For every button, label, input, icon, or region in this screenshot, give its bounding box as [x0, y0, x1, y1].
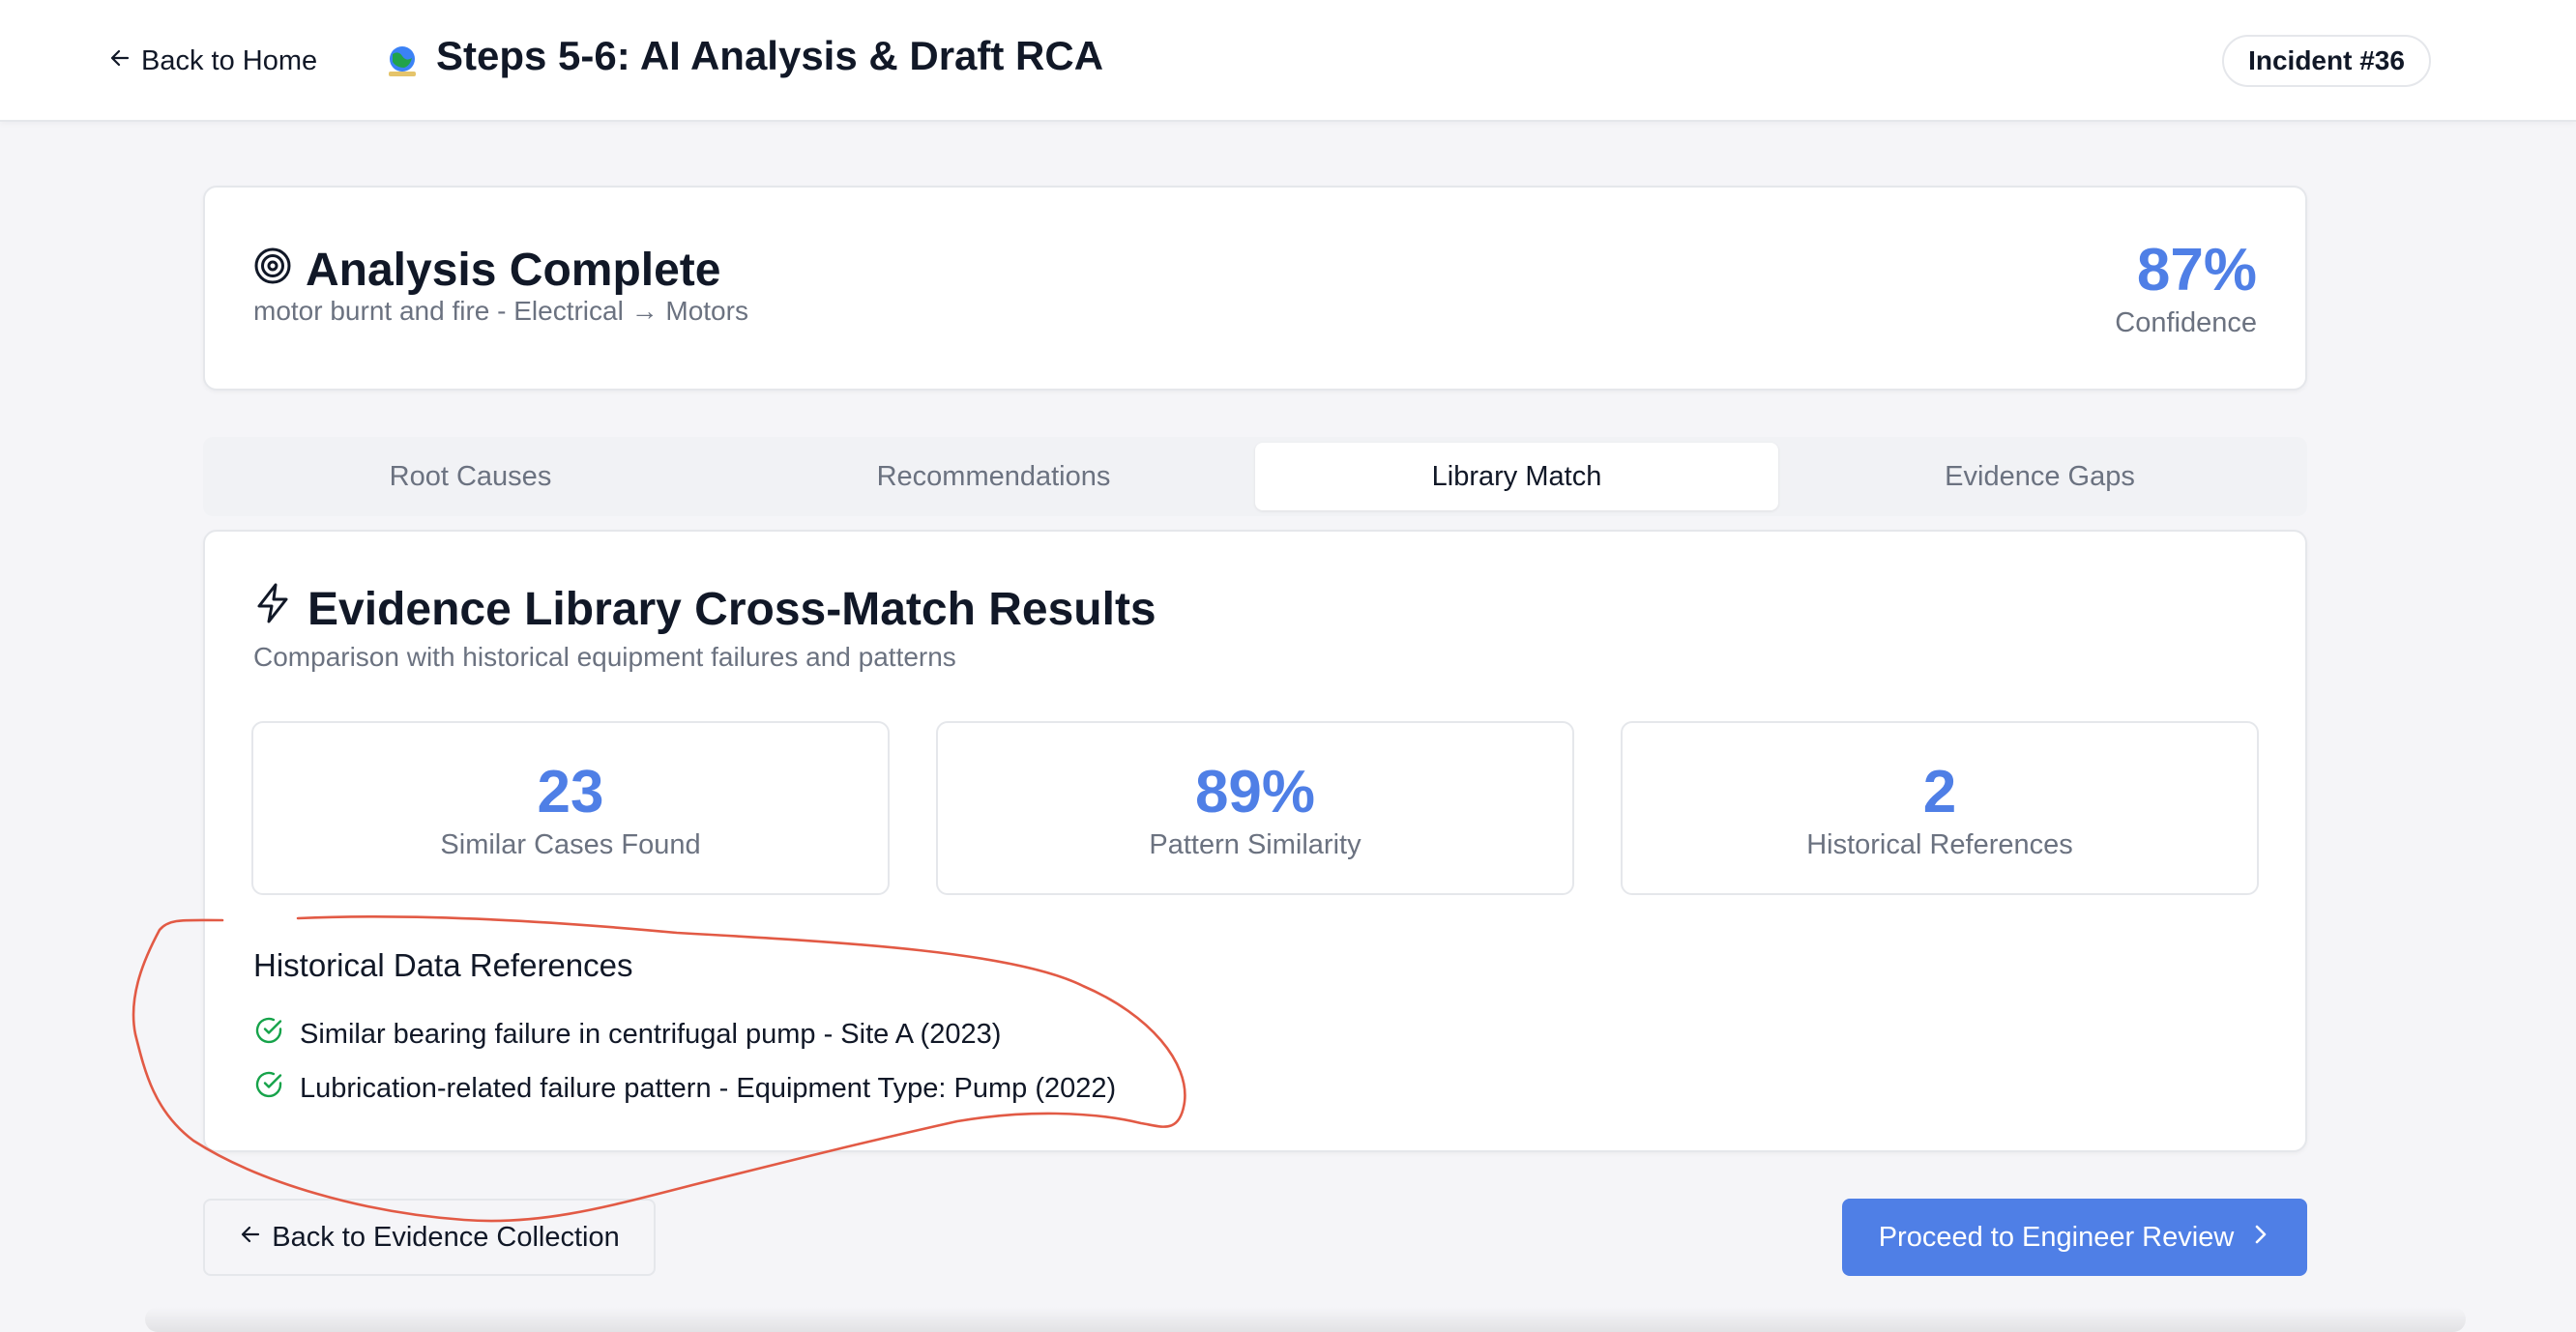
back-to-home-label: Back to Home — [141, 44, 318, 76]
back-to-evidence-label: Back to Evidence Collection — [272, 1221, 620, 1253]
back-to-home-link[interactable]: Back to Home — [108, 39, 317, 83]
stat-label: Similar Cases Found — [440, 829, 701, 860]
tab-root-causes[interactable]: Root Causes — [209, 443, 732, 510]
check-circle-icon — [253, 1015, 284, 1054]
lightning-icon — [253, 582, 292, 636]
tab-library-match[interactable]: Library Match — [1255, 443, 1778, 510]
stat-label: Pattern Similarity — [1149, 829, 1361, 860]
proceed-label: Proceed to Engineer Review — [1878, 1221, 2235, 1253]
historical-references-title: Historical Data References — [253, 947, 633, 983]
stat-value: 2 — [1922, 759, 1957, 825]
arrow-left-icon — [108, 45, 132, 77]
tab-recommendations[interactable]: Recommendations — [732, 443, 1255, 510]
analysis-title: Analysis Complete — [253, 244, 720, 297]
library-match-title: Evidence Library Cross-Match Results — [253, 582, 1156, 636]
incident-badge: Incident #36 — [2222, 35, 2431, 87]
target-icon — [253, 244, 292, 297]
library-match-card: Evidence Library Cross-Match Results Com… — [203, 530, 2307, 1152]
confidence-value: 87% — [2136, 237, 2257, 304]
globe-logo-icon — [383, 43, 422, 81]
bottom-shadow — [145, 1307, 2466, 1332]
reference-text: Similar bearing failure in centrifugal p… — [300, 1018, 1002, 1050]
list-item: Similar bearing failure in centrifugal p… — [253, 1015, 1001, 1054]
stat-similar-cases: 23 Similar Cases Found — [251, 721, 890, 895]
analysis-subtitle: motor burnt and fire - Electrical → Moto… — [253, 296, 748, 326]
analysis-summary-card: Analysis Complete motor burnt and fire -… — [203, 186, 2307, 391]
arrow-left-icon — [239, 1222, 262, 1254]
chevron-right-icon — [2251, 1222, 2270, 1254]
stat-label: Historical References — [1806, 829, 2073, 860]
library-match-subtitle: Comparison with historical equipment fai… — [253, 642, 956, 672]
stat-value: 23 — [537, 759, 604, 825]
library-match-title-text: Evidence Library Cross-Match Results — [307, 583, 1156, 635]
tab-evidence-gaps[interactable]: Evidence Gaps — [1778, 443, 2301, 510]
list-item: Lubrication-related failure pattern - Eq… — [253, 1069, 1116, 1108]
confidence-label: Confidence — [2115, 307, 2257, 338]
analysis-title-text: Analysis Complete — [306, 245, 721, 296]
page-title: Steps 5-6: AI Analysis & Draft RCA — [436, 33, 1104, 78]
top-header: Back to Home Steps 5-6: AI Analysis & Dr… — [0, 0, 2576, 122]
back-to-evidence-collection-button[interactable]: Back to Evidence Collection — [203, 1199, 656, 1276]
reference-text: Lubrication-related failure pattern - Eq… — [300, 1072, 1117, 1104]
stat-value: 89% — [1194, 759, 1316, 825]
analysis-tabs: Root Causes Recommendations Library Matc… — [203, 437, 2307, 516]
check-circle-icon — [253, 1069, 284, 1108]
stat-pattern-similarity: 89% Pattern Similarity — [936, 721, 1574, 895]
proceed-to-engineer-review-button[interactable]: Proceed to Engineer Review — [1842, 1199, 2307, 1276]
stat-historical-references: 2 Historical References — [1621, 721, 2259, 895]
